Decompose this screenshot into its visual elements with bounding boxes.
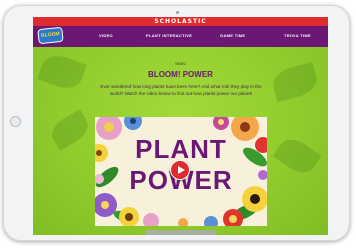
screen: SCHOLASTIC BLOOM VIDEO PLANT INTERACTIVE… (33, 17, 328, 235)
bottom-tab-bar[interactable] (146, 230, 216, 235)
brand-logo-text[interactable]: SCHOLASTIC (33, 18, 328, 25)
nav-video[interactable]: VIDEO (99, 33, 113, 38)
nav-trivia-time[interactable]: TRIVIA TIME (284, 33, 311, 38)
camera-icon (176, 11, 179, 14)
description-text: Ever wondered how long plants have been … (100, 84, 262, 96)
leaf-decoration (272, 133, 322, 179)
bloom-logo[interactable]: BLOOM (37, 26, 64, 45)
leaf-decoration (269, 61, 321, 103)
page-title: BLOOM! POWER (148, 70, 213, 79)
main-nav: BLOOM VIDEO PLANT INTERACTIVE GAME TIME … (33, 26, 328, 47)
video-player[interactable]: PLANT POWER (95, 117, 267, 226)
home-button[interactable] (10, 116, 21, 127)
tablet-device: SCHOLASTIC BLOOM VIDEO PLANT INTERACTIVE… (3, 5, 350, 241)
brand-bar: SCHOLASTIC (33, 17, 328, 26)
section-label: VIDEO (175, 62, 186, 66)
leaf-decoration (47, 109, 93, 151)
nav-plant-interactive[interactable]: PLANT INTERACTIVE (146, 33, 192, 38)
play-button-icon[interactable] (170, 160, 190, 180)
hero-section: VIDEO BLOOM! POWER Ever wondered how lon… (33, 47, 328, 235)
nav-game-time[interactable]: GAME TIME (220, 33, 245, 38)
